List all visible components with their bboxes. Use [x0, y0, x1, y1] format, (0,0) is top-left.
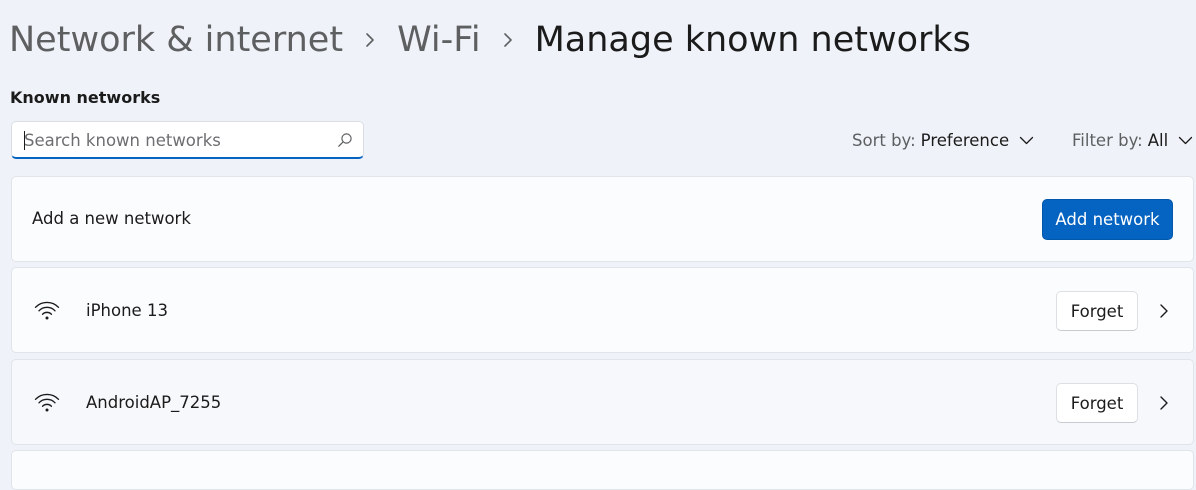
filter-dropdown[interactable]: Filter by: All: [1072, 127, 1193, 153]
search-icon[interactable]: [337, 132, 353, 148]
filter-label: Filter by:: [1072, 130, 1143, 150]
network-row[interactable]: iPhone 13 Forget: [11, 267, 1194, 353]
breadcrumb: Network & internet Wi-Fi Manage known ne…: [9, 16, 971, 64]
add-network-label: Add a new network: [32, 209, 191, 228]
network-row-partial[interactable]: [11, 450, 1194, 490]
wifi-icon: [34, 299, 60, 321]
sort-dropdown[interactable]: Sort by: Preference: [852, 127, 1034, 153]
forget-button[interactable]: Forget: [1056, 383, 1138, 423]
search-input[interactable]: [12, 122, 322, 158]
text-caret: [24, 131, 25, 150]
search-box[interactable]: [11, 121, 364, 159]
breadcrumb-chevron-icon: [343, 32, 397, 48]
wifi-icon: [34, 391, 60, 413]
forget-button[interactable]: Forget: [1056, 291, 1138, 331]
breadcrumb-network-internet[interactable]: Network & internet: [9, 20, 343, 60]
chevron-down-icon: [1178, 136, 1193, 145]
chevron-down-icon: [1019, 136, 1034, 145]
network-name: AndroidAP_7255: [86, 393, 222, 412]
sort-label: Sort by:: [852, 130, 916, 150]
breadcrumb-wifi[interactable]: Wi-Fi: [397, 20, 481, 60]
network-name: iPhone 13: [86, 301, 168, 320]
add-network-button[interactable]: Add network: [1042, 199, 1173, 240]
sort-value: Preference: [920, 130, 1010, 150]
add-network-card: Add a new network Add network: [11, 176, 1194, 262]
known-networks-heading: Known networks: [10, 88, 161, 107]
chevron-right-icon[interactable]: [1158, 303, 1170, 319]
filter-value: All: [1147, 130, 1169, 150]
breadcrumb-chevron-icon: [481, 32, 535, 48]
network-row[interactable]: AndroidAP_7255 Forget: [11, 359, 1194, 445]
page-title: Manage known networks: [534, 20, 971, 60]
chevron-right-icon[interactable]: [1158, 395, 1170, 411]
